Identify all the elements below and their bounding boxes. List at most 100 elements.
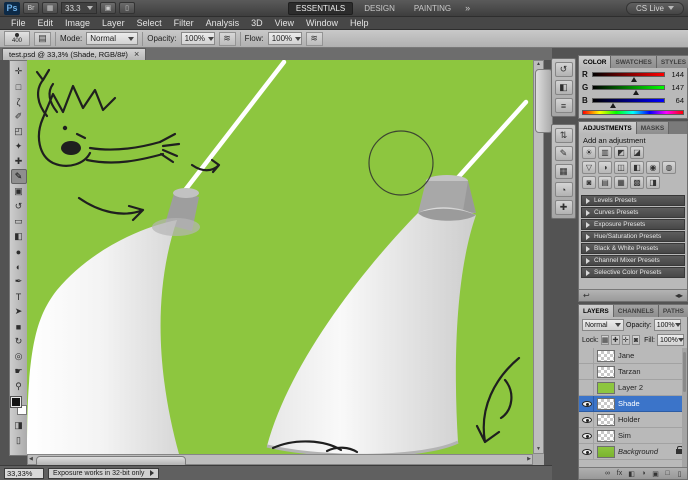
add-layer-mask-icon[interactable]: ◧: [627, 470, 636, 478]
clone-stamp-tool[interactable]: ▣: [11, 184, 27, 199]
threshold-icon[interactable]: ▦: [614, 176, 628, 189]
posterize-icon[interactable]: ▤: [598, 176, 612, 189]
color-spectrum-ramp[interactable]: [582, 110, 684, 115]
slider-marker-icon[interactable]: [631, 77, 638, 82]
healing-brush-tool[interactable]: ✚: [11, 154, 27, 169]
document-tab[interactable]: test.psd @ 33,3% (Shade, RGB/8#) ×: [2, 48, 147, 60]
tab-swatches[interactable]: SWATCHES: [611, 56, 657, 68]
tab-channels[interactable]: CHANNELS: [613, 305, 659, 317]
layer-thumbnail[interactable]: [597, 365, 615, 378]
menu-image[interactable]: Image: [59, 18, 96, 28]
dodge-tool[interactable]: ◐: [11, 259, 27, 274]
move-tool[interactable]: ✛: [11, 64, 27, 79]
lock-all-icon[interactable]: ◙: [631, 335, 641, 345]
marquee-tool[interactable]: □: [11, 79, 27, 94]
menu-analysis[interactable]: Analysis: [200, 18, 246, 28]
vibrance-icon[interactable]: ▽: [582, 161, 596, 174]
new-layer-icon[interactable]: □: [663, 470, 672, 477]
zoom-tool[interactable]: ⚲: [11, 379, 27, 394]
preset-black-white[interactable]: Black & White Presets: [581, 243, 685, 254]
info-panel-icon[interactable]: ≡: [554, 98, 573, 113]
lasso-tool[interactable]: ζ: [11, 94, 27, 109]
screen-mode-button[interactable]: ▯: [11, 433, 27, 448]
canvas-artwork[interactable]: [27, 60, 533, 454]
layer-style-icon[interactable]: fx: [615, 470, 624, 477]
pen-tool[interactable]: ✒: [11, 274, 27, 289]
tab-styles[interactable]: STYLES: [656, 56, 688, 68]
gradient-tool[interactable]: ◧: [11, 229, 27, 244]
layers-scrollbar[interactable]: [682, 348, 687, 467]
red-slider[interactable]: [592, 72, 665, 82]
workspace-painting[interactable]: PAINTING: [406, 2, 459, 15]
workspace-overflow-button[interactable]: »: [462, 3, 473, 13]
selective-color-icon[interactable]: ◨: [646, 176, 660, 189]
blue-value[interactable]: 64: [668, 96, 684, 105]
color-balance-icon[interactable]: ◫: [614, 161, 628, 174]
layer-thumbnail[interactable]: [597, 429, 615, 442]
adjustment-layer-icon[interactable]: ◑: [639, 470, 648, 477]
red-value[interactable]: 144: [668, 70, 684, 79]
histogram-panel-icon[interactable]: ▦: [554, 164, 573, 179]
menu-view[interactable]: View: [269, 18, 300, 28]
navigator-panel-icon[interactable]: ⇅: [554, 128, 573, 143]
expand-panel-icon[interactable]: ◂▸: [675, 291, 683, 300]
menu-select[interactable]: Select: [131, 18, 168, 28]
lock-pixels-icon[interactable]: ✚: [611, 335, 620, 345]
black-white-icon[interactable]: ◧: [630, 161, 644, 174]
arrange-documents-icon[interactable]: ▣: [100, 2, 116, 14]
close-icon[interactable]: ×: [134, 50, 139, 59]
tablet-opacity-icon[interactable]: ≋: [218, 31, 236, 46]
visibility-toggle[interactable]: [581, 348, 594, 364]
flow-field[interactable]: 100%: [267, 32, 302, 45]
opacity-field[interactable]: 100%: [180, 32, 215, 45]
tab-adjustments[interactable]: ADJUSTMENTS: [579, 122, 637, 134]
slider-marker-icon[interactable]: [610, 103, 617, 108]
status-zoom-field[interactable]: 33,33%: [4, 467, 44, 479]
brush-preset-picker[interactable]: 400: [4, 31, 30, 46]
return-arrow-icon[interactable]: ↩: [583, 291, 590, 300]
layers-scroll-thumb[interactable]: [683, 352, 686, 392]
layer-fill-field[interactable]: 100%: [657, 334, 684, 346]
menu-3d[interactable]: 3D: [245, 18, 269, 28]
workspace-essentials[interactable]: ESSENTIALS: [287, 1, 354, 15]
quick-mask-button[interactable]: ◨: [11, 418, 27, 433]
green-value[interactable]: 147: [668, 83, 684, 92]
layer-thumbnail[interactable]: [597, 381, 615, 394]
layer-opacity-field[interactable]: 100%: [653, 319, 681, 331]
green-slider[interactable]: [592, 85, 665, 95]
link-layers-icon[interactable]: ∞: [603, 470, 612, 477]
brush-tool[interactable]: ✎: [10, 169, 27, 184]
menu-edit[interactable]: Edit: [32, 18, 60, 28]
brightness-contrast-icon[interactable]: ☀: [582, 146, 596, 159]
layer-row-jane[interactable]: Jane: [579, 348, 687, 364]
camera-3d-tool[interactable]: ◎: [11, 349, 27, 364]
blend-mode-dropdown[interactable]: Normal: [86, 32, 139, 45]
view-extras-icon[interactable]: ▦: [42, 2, 58, 14]
eraser-tool[interactable]: ▭: [11, 214, 27, 229]
type-tool[interactable]: T: [11, 289, 27, 304]
horizontal-scrollbar[interactable]: ◀ ▶: [27, 454, 533, 468]
preset-hue-saturation[interactable]: Hue/Saturation Presets: [581, 231, 685, 242]
lock-position-icon[interactable]: ✛: [621, 335, 630, 345]
timer-panel-icon[interactable]: ◔: [554, 182, 573, 197]
layer-group-icon[interactable]: ▣: [651, 470, 660, 478]
preset-exposure[interactable]: Exposure Presets: [581, 219, 685, 230]
crop-tool[interactable]: ◰: [11, 124, 27, 139]
layer-row-holder[interactable]: Holder: [579, 411, 687, 428]
preset-levels[interactable]: Levels Presets: [581, 195, 685, 206]
hand-tool[interactable]: ☛: [11, 364, 27, 379]
eyedropper-tool[interactable]: ✦: [11, 139, 27, 154]
foreground-color-swatch[interactable]: [10, 397, 21, 407]
levels-icon[interactable]: ▥: [598, 146, 612, 159]
brushes-panel-icon[interactable]: ✚: [554, 200, 573, 215]
layer-row-sim[interactable]: Sim: [579, 427, 687, 444]
layer-thumbnail[interactable]: [597, 413, 615, 426]
visibility-toggle[interactable]: [581, 379, 594, 396]
menu-layer[interactable]: Layer: [96, 18, 131, 28]
preset-curves[interactable]: Curves Presets: [581, 207, 685, 218]
slider-marker-icon[interactable]: [632, 90, 639, 95]
workspace-design[interactable]: DESIGN: [356, 2, 403, 15]
toggle-brush-panel-button[interactable]: ▤: [34, 31, 51, 46]
bridge-icon[interactable]: Br: [23, 2, 39, 14]
photo-filter-icon[interactable]: ◉: [646, 161, 660, 174]
